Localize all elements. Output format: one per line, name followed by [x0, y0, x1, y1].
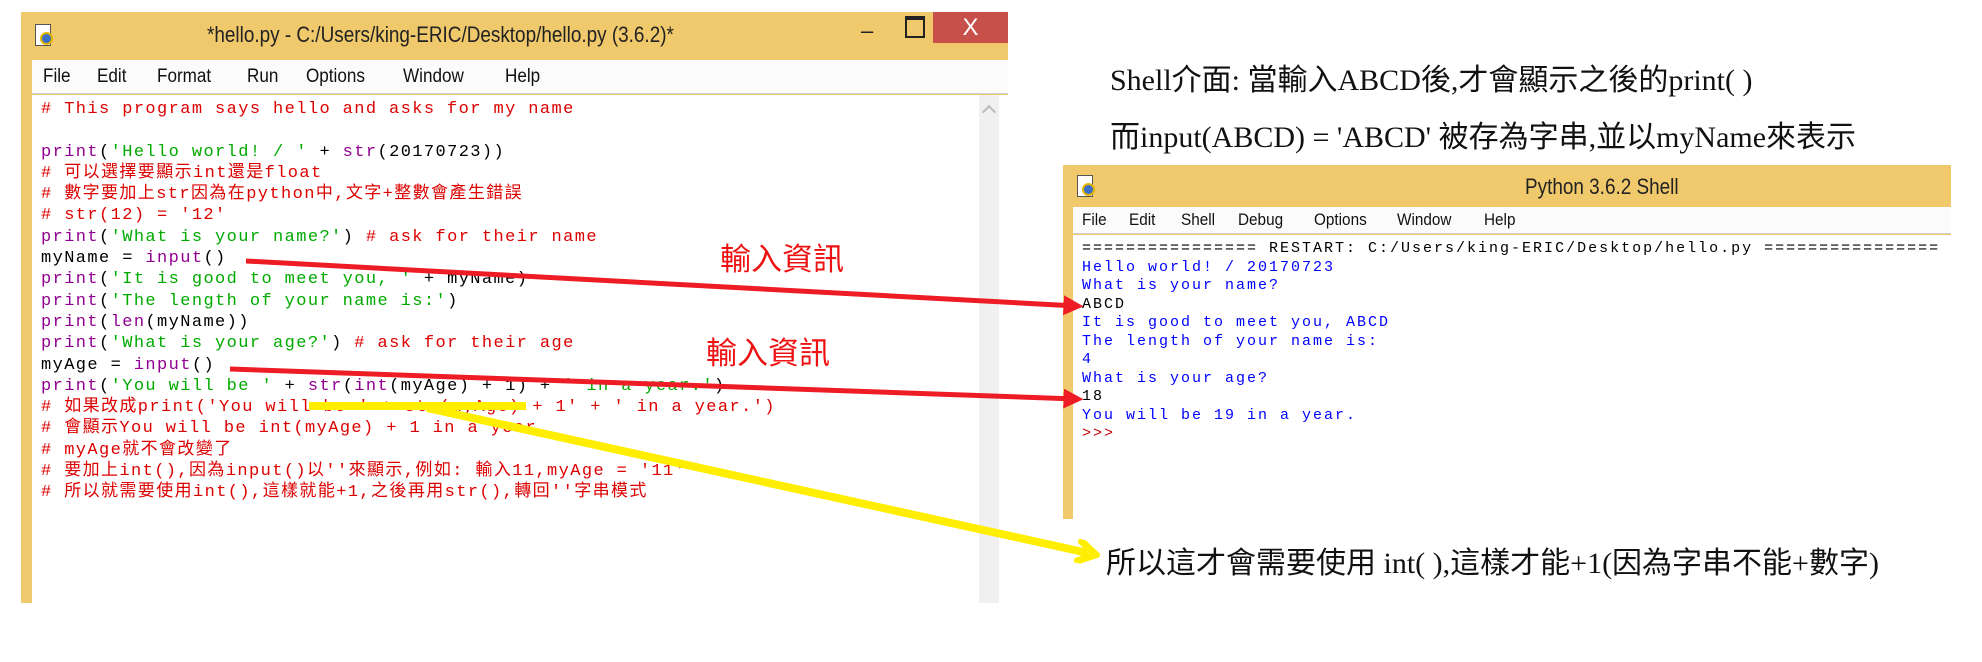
annotation-arrows	[229, 258, 1982, 662]
red-arrow-1	[245, 258, 1084, 316]
red-arrow-2	[229, 366, 1084, 409]
yellow-arrow	[426, 404, 1088, 553]
